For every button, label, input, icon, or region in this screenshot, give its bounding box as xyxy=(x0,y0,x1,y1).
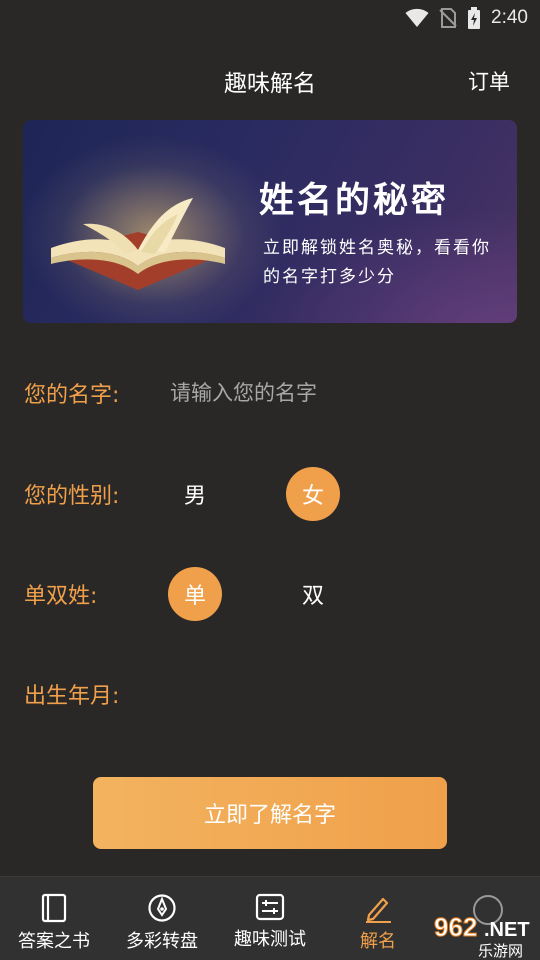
tab-fun-test[interactable]: 趣味测试 xyxy=(216,877,324,960)
status-bar: 2:40 xyxy=(0,0,540,36)
gender-row: 您的性别: 男 女 xyxy=(0,464,540,524)
name-label: 您的名字: xyxy=(24,383,120,408)
birth-label: 出生年月: xyxy=(24,684,120,709)
banner[interactable]: 姓名的秘密 立即解锁姓名奥秘，看看你的名字打多少分 xyxy=(23,120,517,323)
tab-label: 多彩转盘 xyxy=(126,931,198,952)
name-row: 您的名字: xyxy=(0,363,540,423)
orders-button[interactable]: 订单 xyxy=(468,66,510,96)
surname-type-row: 单双姓: 单 双 xyxy=(0,564,540,624)
tab-name-analysis[interactable]: 解名 xyxy=(324,877,432,960)
gender-option-female[interactable]: 女 xyxy=(286,467,340,521)
tab-answer-book[interactable]: 答案之书 xyxy=(0,877,108,960)
surname-option-double[interactable]: 双 xyxy=(286,567,340,621)
tab-label: 解名 xyxy=(360,931,396,952)
tab-label: 答案之书 xyxy=(18,931,90,952)
gender-option-male[interactable]: 男 xyxy=(168,467,222,521)
svg-text:乐游网: 乐游网 xyxy=(478,942,523,960)
surname-option-single[interactable]: 单 xyxy=(168,567,222,621)
wifi-icon xyxy=(405,8,429,27)
gender-label: 您的性别: xyxy=(24,484,120,509)
surname-type-label: 单双姓: xyxy=(24,584,98,609)
birth-row[interactable]: 出生年月: xyxy=(0,664,540,724)
banner-subtext: 立即解锁姓名奥秘，看看你的名字打多少分 xyxy=(263,238,491,287)
banner-heading: 姓名的秘密 xyxy=(259,180,450,221)
page-title: 趣味解名 xyxy=(224,71,316,97)
name-input[interactable] xyxy=(162,371,482,415)
compass-icon xyxy=(148,894,176,922)
tab-color-wheel[interactable]: 多彩转盘 xyxy=(108,877,216,960)
battery-icon xyxy=(468,7,481,29)
open-book-illustration xyxy=(51,198,225,290)
book-icon xyxy=(41,893,67,923)
app-header: 趣味解名 订单 xyxy=(0,52,540,106)
svg-text:.NET: .NET xyxy=(484,919,530,941)
status-time: 2:40 xyxy=(491,7,528,28)
watermark-logo: 962 .NET 乐游网 xyxy=(432,892,540,960)
no-sim-icon xyxy=(439,8,457,28)
svg-text:962: 962 xyxy=(434,912,477,942)
test-list-icon xyxy=(255,893,285,921)
submit-button[interactable]: 立即了解名字 xyxy=(93,777,447,849)
tab-label: 趣味测试 xyxy=(234,929,306,950)
pen-icon xyxy=(366,897,391,923)
